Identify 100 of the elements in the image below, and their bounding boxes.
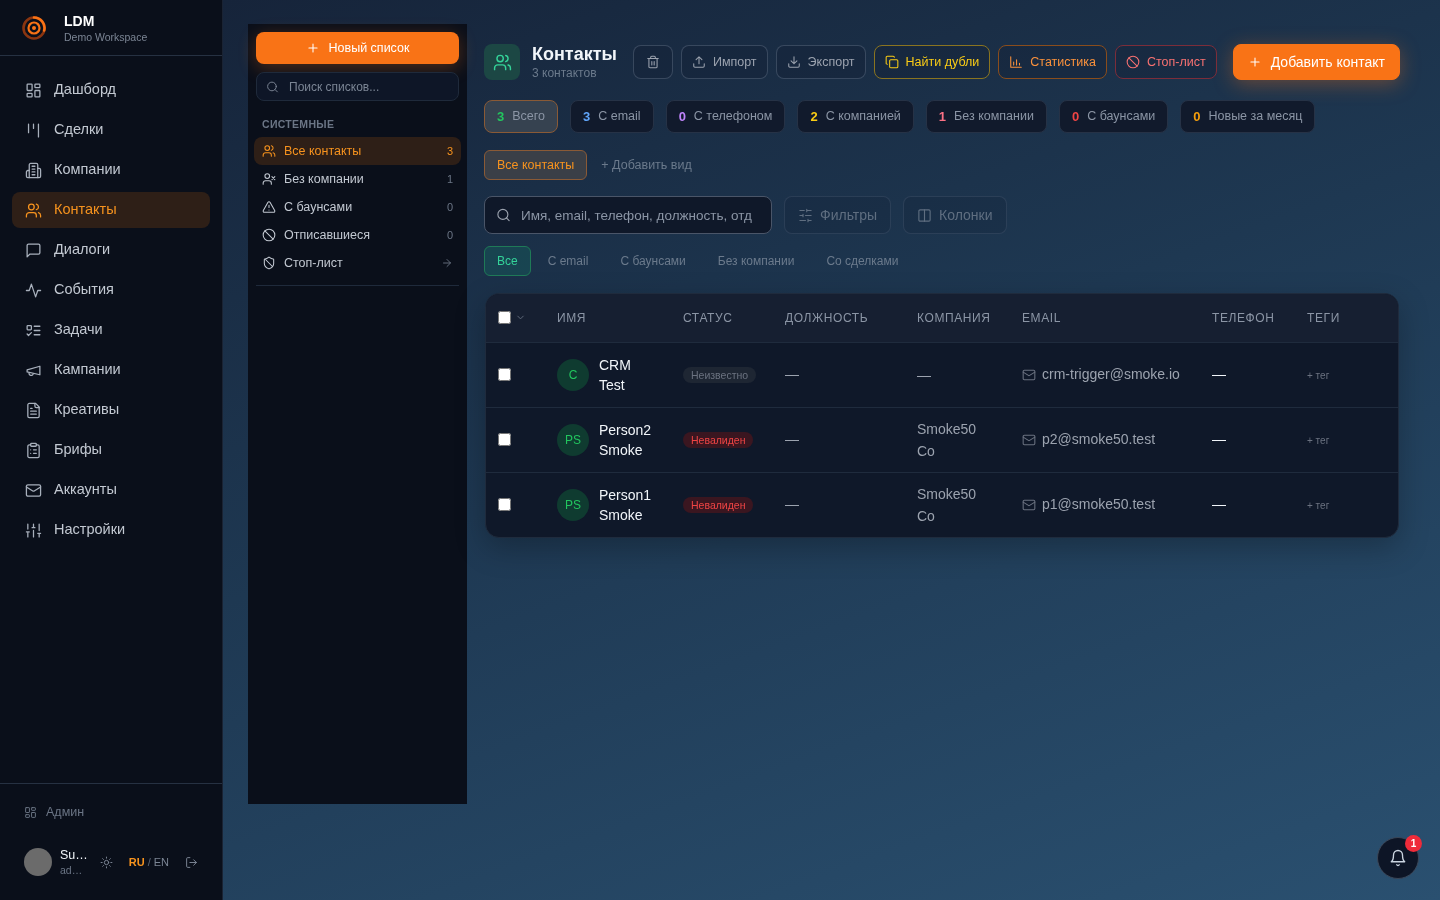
stat-count: 3 [583, 107, 591, 126]
workspace-name: Demo Workspace [64, 29, 148, 44]
list-item[interactable]: Без компании 1 [254, 165, 461, 193]
language-option[interactable]: EN [153, 855, 169, 869]
select-all-checkbox[interactable] [498, 311, 511, 325]
theme-button[interactable] [99, 855, 113, 869]
search-field[interactable]: Имя, email, телефон, должность, отд [484, 196, 772, 234]
contact-name[interactable]: CRM Test [599, 354, 659, 395]
language-separator: / [147, 855, 151, 869]
nav-item[interactable]: Брифы [12, 432, 210, 468]
nav-item[interactable]: Кампании [12, 352, 210, 388]
logout-icon [185, 855, 198, 869]
stop-list-button[interactable]: Стоп-лист [1114, 45, 1217, 79]
contact-company: — [917, 365, 931, 385]
contact-phone: — [1212, 366, 1226, 382]
bars-icon [25, 121, 42, 139]
view-tab[interactable]: Все контакты [484, 150, 588, 180]
add-tag-button[interactable]: + тег [1307, 498, 1330, 514]
contact-name[interactable]: Person1 Smoke [599, 484, 659, 525]
grid-icon [25, 81, 42, 99]
column-header: EMAIL [1010, 294, 1200, 342]
list-item[interactable]: Отписавшиеся 0 [254, 221, 461, 249]
envelope-icon [1022, 497, 1036, 512]
sliders-icon [798, 207, 813, 223]
people-icon [25, 201, 42, 219]
nav-item[interactable]: Аккаунты [12, 472, 210, 508]
column-header: ДОЛЖНОСТЬ [773, 294, 905, 342]
list-item[interactable]: Стоп-лист [254, 249, 461, 277]
language-option[interactable]: RU [128, 855, 145, 869]
filter-tab[interactable]: Все [484, 246, 531, 276]
add-tag-button[interactable]: + тег [1307, 368, 1330, 383]
list-item[interactable]: С баунсами 0 [254, 193, 461, 221]
ban-icon [1125, 55, 1140, 69]
nav-item[interactable]: Дашборд [12, 72, 210, 108]
row-checkbox[interactable] [498, 498, 511, 512]
contact-phone: — [1212, 431, 1226, 447]
column-header: ТЕЛЕФОН [1200, 294, 1295, 342]
contact-company: Smoke50 Co [917, 484, 978, 526]
stat-chip[interactable]: 0 С баунсами [1058, 100, 1169, 133]
copy-icon [884, 55, 899, 69]
import-button[interactable]: Импорт [680, 45, 768, 79]
nav-item[interactable]: Диалоги [12, 232, 210, 268]
envelope-icon [1022, 432, 1036, 447]
user-avatar [24, 848, 52, 876]
nav-item[interactable]: Задачи [12, 312, 210, 348]
contact-phone: — [1212, 496, 1226, 513]
contact-position: — [785, 496, 799, 513]
list-count: 0 [446, 227, 453, 243]
stat-chip[interactable]: 0 Новые за месяц [1180, 100, 1316, 133]
list-item[interactable]: Все контакты 3 [254, 137, 461, 165]
contact-email: crm-trigger@smoke.io [1042, 365, 1180, 384]
list-search-field[interactable]: Поиск списков... [256, 72, 459, 101]
contact-email: p1@smoke50.test [1042, 495, 1156, 515]
nav-item[interactable]: Компании [12, 152, 210, 188]
stat-count: 3 [497, 107, 505, 126]
column-header: СТАТУС [671, 294, 773, 342]
export-button[interactable]: Экспорт [775, 45, 866, 79]
nav-item[interactable]: События [12, 272, 210, 308]
people-icon [262, 144, 276, 158]
status-badge: Неизвестно [683, 367, 757, 383]
delete-button[interactable] [632, 45, 673, 79]
admin-link[interactable]: Админ [24, 802, 85, 822]
nav-item[interactable]: Контакты [12, 192, 210, 228]
nav-item[interactable]: Настройки [12, 512, 210, 548]
people-icon [484, 44, 520, 80]
chat-bubble-icon [25, 241, 42, 259]
stat-chip[interactable]: 3 Всего [484, 100, 558, 133]
stat-chip[interactable]: 3 С email [570, 100, 654, 133]
stat-chip[interactable]: 0 С телефоном [665, 100, 786, 133]
stat-count: 0 [1193, 107, 1201, 126]
columns-icon [917, 207, 933, 223]
warning-icon [262, 200, 276, 214]
stat-chip[interactable]: 1 Без компании [925, 100, 1047, 133]
status-badge: Невалиден [683, 432, 754, 448]
envelope-icon [1022, 367, 1036, 382]
nav-item[interactable]: Креативы [12, 392, 210, 428]
stat-count: 2 [810, 107, 818, 126]
find-duplicates-button[interactable]: Найти дубли [873, 45, 991, 79]
add-tag-button[interactable]: + тег [1307, 433, 1330, 448]
contact-name[interactable]: Person2 Smoke [599, 419, 659, 460]
column-header: ТЕГИ [1295, 294, 1398, 342]
contact-position: — [785, 431, 799, 447]
grid-icon [24, 805, 37, 819]
row-checkbox[interactable] [498, 368, 511, 381]
arrow-right-icon [441, 257, 453, 269]
stat-chip[interactable]: 2 С компанией [797, 100, 914, 133]
statistics-button[interactable]: Статистика [998, 45, 1107, 79]
person-cross-icon [262, 172, 276, 186]
notifications-button[interactable]: 1 [1377, 837, 1419, 879]
stat-count: 0 [1071, 107, 1080, 126]
contact-position: — [785, 366, 799, 382]
row-checkbox[interactable] [498, 433, 511, 446]
contact-avatar: C [557, 358, 589, 391]
trash-icon [645, 55, 660, 69]
status-badge: Невалиден [683, 497, 754, 514]
shield-slash-icon [262, 256, 276, 270]
nav-item[interactable]: Сделки [12, 112, 210, 148]
bar-chart-icon [1009, 55, 1024, 69]
logout-button[interactable] [185, 855, 198, 869]
list-count: 3 [446, 143, 453, 159]
